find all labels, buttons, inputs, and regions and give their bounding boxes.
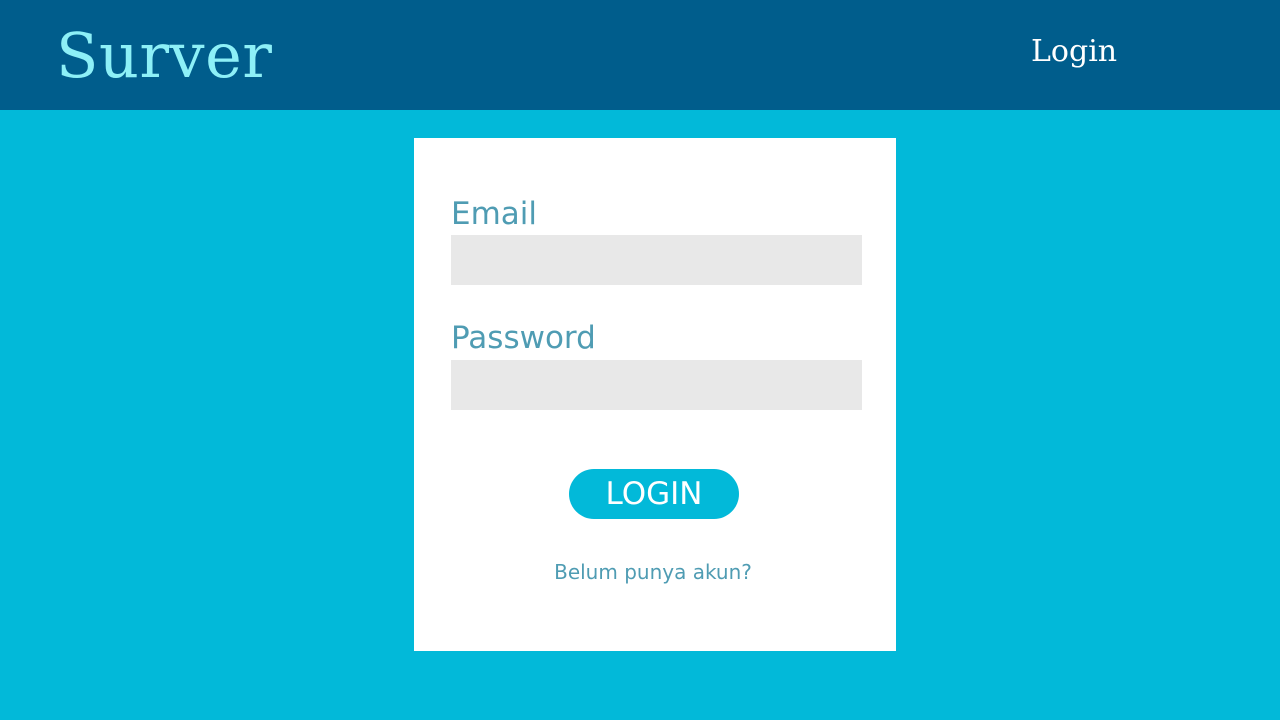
password-input[interactable]: [451, 360, 862, 410]
password-label: Password: [451, 320, 596, 356]
email-label: Email: [451, 196, 538, 232]
brand-logo: Surver: [56, 19, 273, 92]
login-card: Email Password LOGIN Belum punya akun?: [414, 138, 896, 651]
email-input[interactable]: [451, 235, 862, 285]
login-button[interactable]: LOGIN: [569, 469, 739, 519]
top-header: Surver Login: [0, 0, 1280, 110]
signup-link[interactable]: Belum punya akun?: [414, 559, 892, 585]
nav-login-link[interactable]: Login: [1031, 33, 1117, 71]
